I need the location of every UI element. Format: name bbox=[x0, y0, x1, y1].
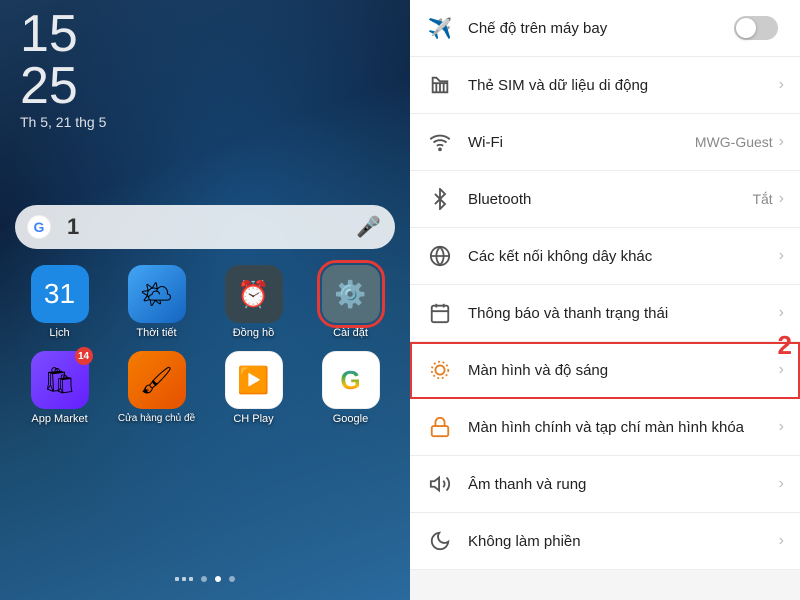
app-label-settings: Cài đặt bbox=[333, 327, 368, 339]
app-icon-google: G bbox=[322, 351, 380, 409]
connections-label: Các kết nối không dây khác bbox=[468, 248, 779, 265]
sim-label: Thẻ SIM và dữ liệu di động bbox=[468, 77, 779, 94]
settings-item-lockscreen[interactable]: Màn hình chính và tạp chí màn hình khóa … bbox=[410, 399, 800, 456]
app-label-weather: Thời tiết bbox=[136, 327, 176, 339]
time-display: 15 25 Th 5, 21 thg 5 bbox=[20, 8, 106, 130]
airplane-toggle[interactable] bbox=[734, 16, 778, 40]
wifi-icon bbox=[426, 128, 454, 156]
settings-item-sim[interactable]: Thẻ SIM và dữ liệu di động › bbox=[410, 57, 800, 114]
nav-dots bbox=[175, 576, 235, 582]
app-icon-clock: ⏰ bbox=[225, 265, 283, 323]
app-icon-calendar: 31 bbox=[31, 265, 89, 323]
notifications-label: Thông báo và thanh trạng thái bbox=[468, 305, 779, 322]
display-chevron: › bbox=[779, 361, 784, 379]
app-label-play: CH Play bbox=[233, 413, 273, 425]
dnd-label: Không làm phiền bbox=[468, 533, 779, 550]
search-label-1: 1 bbox=[67, 214, 79, 240]
badge-appmarket: 14 bbox=[75, 347, 93, 365]
dnd-chevron: › bbox=[779, 532, 784, 550]
app-item-store[interactable]: 🖌 Cửa hàng chủ đề bbox=[112, 351, 201, 425]
dot-right bbox=[229, 576, 235, 582]
label-2: 2 bbox=[778, 330, 792, 361]
app-label-clock: Đồng hồ bbox=[233, 327, 275, 339]
toggle-knob bbox=[736, 18, 756, 38]
app-item-play[interactable]: ▶️ CH Play bbox=[209, 351, 298, 425]
settings-item-connections[interactable]: Các kết nối không dây khác › bbox=[410, 228, 800, 285]
sound-icon bbox=[426, 470, 454, 498]
app-icon-play: ▶️ bbox=[225, 351, 283, 409]
settings-item-wifi[interactable]: Wi-Fi MWG-Guest › bbox=[410, 114, 800, 171]
app-label-google: Google bbox=[333, 413, 368, 425]
bluetooth-label: Bluetooth bbox=[468, 191, 752, 208]
apps-grid: 31 Lịch 🌤 Thời tiết ⏰ Đồng hồ ⚙️ Cài đặt bbox=[15, 265, 395, 425]
app-label-calendar: Lịch bbox=[49, 327, 69, 339]
dot-left bbox=[201, 576, 207, 582]
settings-item-dnd[interactable]: Không làm phiền › bbox=[410, 513, 800, 570]
notifications-icon bbox=[426, 299, 454, 327]
phone-screen: 15 25 Th 5, 21 thg 5 G 1 🎤 31 Lịch 🌤 Thờ… bbox=[0, 0, 410, 600]
nav-line-3 bbox=[189, 577, 193, 581]
dot-center bbox=[215, 576, 221, 582]
bluetooth-value: Tắt bbox=[752, 191, 772, 207]
sound-label: Âm thanh và rung bbox=[468, 476, 779, 493]
connections-icon bbox=[426, 242, 454, 270]
sim-icon bbox=[426, 71, 454, 99]
app-icon-appmarket: 🛍 14 bbox=[31, 351, 89, 409]
app-item-settings[interactable]: ⚙️ Cài đặt bbox=[306, 265, 395, 339]
bluetooth-icon bbox=[426, 185, 454, 213]
app-item-google[interactable]: G Google bbox=[306, 351, 395, 425]
bluetooth-chevron: › bbox=[779, 190, 784, 208]
wifi-label: Wi-Fi bbox=[468, 134, 695, 151]
search-bar[interactable]: G 1 🎤 bbox=[15, 205, 395, 249]
wifi-value: MWG-Guest bbox=[695, 134, 773, 150]
google-logo: G bbox=[27, 215, 51, 239]
app-icon-weather: 🌤 bbox=[128, 265, 186, 323]
app-label-store: Cửa hàng chủ đề bbox=[118, 413, 195, 424]
time-hours: 15 bbox=[20, 8, 106, 60]
connections-chevron: › bbox=[779, 247, 784, 265]
dnd-icon bbox=[426, 527, 454, 555]
settings-item-sound[interactable]: Âm thanh và rung › bbox=[410, 456, 800, 513]
nav-line-1 bbox=[175, 577, 179, 581]
wifi-chevron: › bbox=[779, 133, 784, 151]
settings-item-bluetooth[interactable]: Bluetooth Tắt › bbox=[410, 171, 800, 228]
settings-item-airplane[interactable]: ✈️ Chế độ trên máy bay bbox=[410, 0, 800, 57]
time-minutes: 25 bbox=[20, 60, 106, 112]
display-icon bbox=[426, 356, 454, 384]
app-label-appmarket: App Market bbox=[31, 413, 87, 425]
time-date: Th 5, 21 thg 5 bbox=[20, 114, 106, 130]
sound-chevron: › bbox=[779, 475, 784, 493]
lockscreen-label: Màn hình chính và tạp chí màn hình khóa bbox=[468, 419, 779, 436]
sim-chevron: › bbox=[779, 76, 784, 94]
settings-item-display[interactable]: Màn hình và độ sáng › bbox=[410, 342, 800, 399]
app-icon-store: 🖌 bbox=[128, 351, 186, 409]
lockscreen-icon bbox=[426, 413, 454, 441]
airplane-icon: ✈️ bbox=[426, 14, 454, 42]
display-label: Màn hình và độ sáng bbox=[468, 362, 779, 379]
lockscreen-chevron: › bbox=[779, 418, 784, 436]
settings-list: ✈️ Chế độ trên máy bay Thẻ SIM và dữ liệ… bbox=[410, 0, 800, 570]
app-item-appmarket[interactable]: 🛍 14 App Market bbox=[15, 351, 104, 425]
app-item-clock[interactable]: ⏰ Đồng hồ bbox=[209, 265, 298, 339]
settings-item-notifications[interactable]: Thông báo và thanh trạng thái › bbox=[410, 285, 800, 342]
airplane-label: Chế độ trên máy bay bbox=[468, 20, 734, 37]
app-item-weather[interactable]: 🌤 Thời tiết bbox=[112, 265, 201, 339]
mic-icon[interactable]: 🎤 bbox=[356, 215, 381, 240]
app-item-calendar[interactable]: 31 Lịch bbox=[15, 265, 104, 339]
app-icon-settings: ⚙️ bbox=[322, 265, 380, 323]
settings-panel: ✈️ Chế độ trên máy bay Thẻ SIM và dữ liệ… bbox=[410, 0, 800, 600]
notifications-chevron: › bbox=[779, 304, 784, 322]
nav-line-2 bbox=[182, 577, 186, 581]
